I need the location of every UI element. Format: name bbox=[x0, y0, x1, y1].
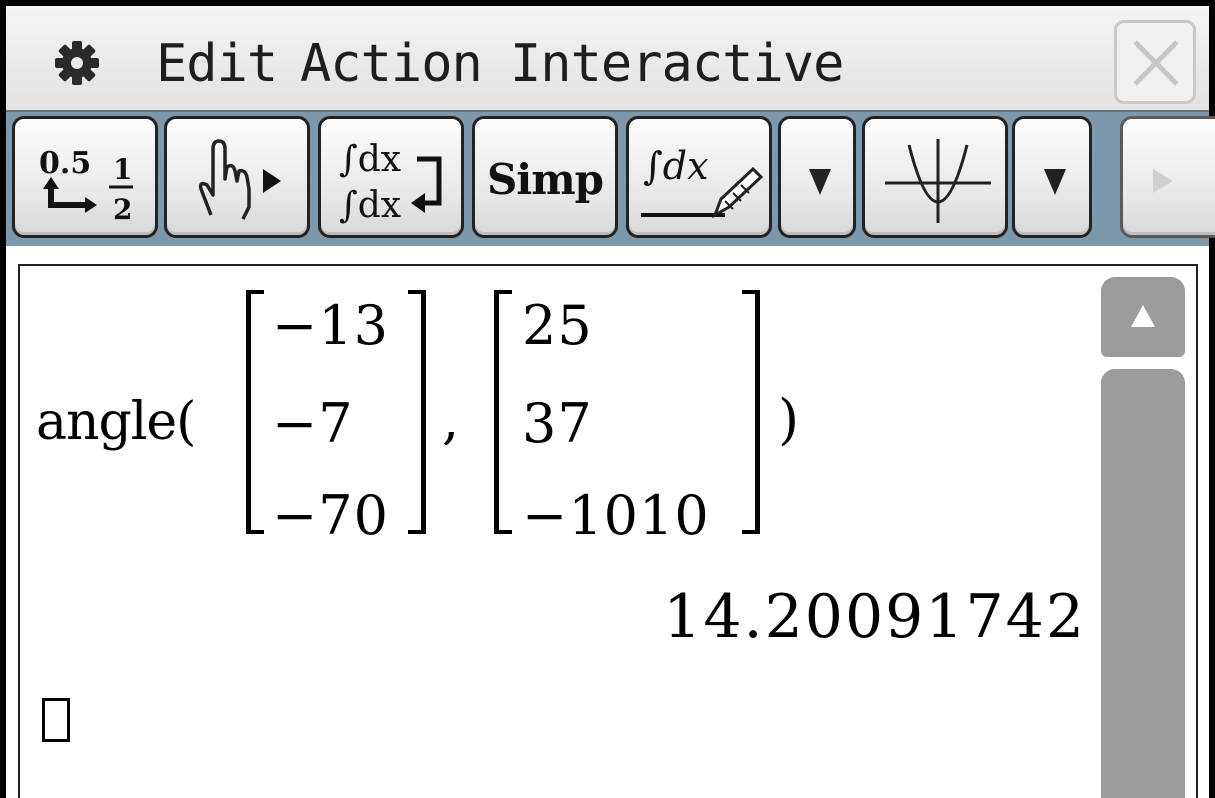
matrix-bracket-right bbox=[742, 290, 760, 534]
vector-a-entry: −7 bbox=[272, 392, 354, 455]
integral-swap-icon: ∫dx ∫dx bbox=[339, 139, 442, 226]
menu-edit[interactable]: Edit bbox=[156, 34, 278, 94]
toolbar: 0.5 1 2 ∫dx ∫dx Simp ∫dx bbox=[6, 110, 1215, 246]
decimal-fraction-icon: 0.5 1 2 bbox=[39, 146, 133, 226]
dropdown-button-2[interactable] bbox=[1012, 116, 1092, 238]
close-icon bbox=[1133, 40, 1179, 86]
result-value: 14.20091742 bbox=[663, 582, 1086, 652]
input-cursor[interactable] bbox=[42, 698, 70, 742]
simplify-button[interactable]: Simp bbox=[472, 116, 618, 238]
svg-text:∫dx: ∫dx bbox=[339, 185, 401, 226]
decimal-fraction-button[interactable]: 0.5 1 2 bbox=[12, 116, 158, 238]
dropdown-button-1[interactable] bbox=[778, 116, 856, 238]
graph-parabola-icon bbox=[885, 139, 991, 223]
scroll-up-button[interactable] bbox=[1101, 277, 1185, 357]
svg-text:2: 2 bbox=[113, 193, 132, 226]
svg-text:∫dx: ∫dx bbox=[643, 144, 709, 188]
menu-action[interactable]: Action bbox=[300, 34, 483, 94]
integral-toggle-button[interactable]: ∫dx ∫dx bbox=[318, 116, 464, 238]
graph-button[interactable] bbox=[862, 116, 1008, 238]
matrix-bracket-right bbox=[408, 290, 426, 534]
toolbar-scroll-right-button[interactable] bbox=[1120, 116, 1215, 238]
menu-interactive[interactable]: Interactive bbox=[510, 34, 844, 94]
scroll-thumb[interactable] bbox=[1101, 369, 1185, 798]
vector-b-entry: −1010 bbox=[522, 484, 710, 547]
vertical-scrollbar[interactable] bbox=[1101, 277, 1185, 798]
gear-icon[interactable] bbox=[52, 38, 102, 88]
closing-paren: ) bbox=[778, 388, 800, 451]
drag-hand-button[interactable] bbox=[164, 116, 310, 238]
simplify-label: Simp bbox=[486, 155, 604, 204]
vector-b-entry: 37 bbox=[522, 392, 593, 455]
triangle-down-icon bbox=[1044, 169, 1066, 195]
triangle-down-icon bbox=[809, 169, 831, 195]
vector-a-entry: −70 bbox=[272, 484, 389, 547]
vector-a-entry: −13 bbox=[272, 294, 389, 357]
function-name: angle( bbox=[36, 392, 196, 452]
argument-separator: , bbox=[442, 388, 460, 451]
svg-text:0.5: 0.5 bbox=[39, 146, 91, 181]
close-button[interactable] bbox=[1114, 20, 1196, 104]
matrix-bracket-left bbox=[494, 290, 512, 534]
vector-b-entry: 25 bbox=[522, 294, 593, 357]
math-input-button[interactable]: ∫dx bbox=[626, 116, 772, 238]
hand-pointer-icon bbox=[198, 139, 281, 220]
svg-text:∫dx: ∫dx bbox=[339, 139, 401, 180]
triangle-up-icon bbox=[1131, 305, 1155, 327]
svg-text:1: 1 bbox=[113, 153, 132, 186]
integral-pencil-icon: ∫dx bbox=[641, 144, 764, 219]
triangle-right-icon bbox=[1153, 169, 1173, 193]
menu-bar: Edit Action Interactive bbox=[6, 6, 1209, 110]
matrix-bracket-left bbox=[246, 290, 264, 534]
